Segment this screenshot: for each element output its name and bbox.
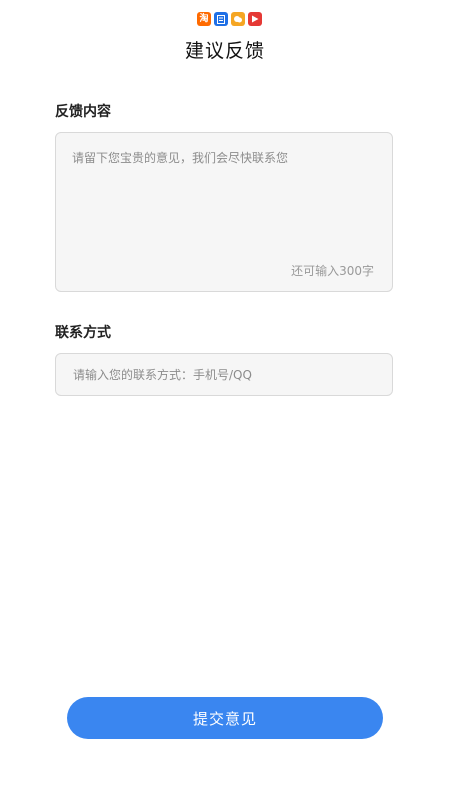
contact-input[interactable] bbox=[56, 354, 392, 395]
play-icon bbox=[252, 15, 259, 23]
cloud-icon bbox=[234, 15, 242, 22]
feedback-textarea[interactable] bbox=[66, 143, 382, 258]
char-counter: 还可输入300字 bbox=[291, 264, 374, 278]
weather-app-icon bbox=[231, 12, 245, 26]
taobao-glyph: 淘 bbox=[199, 13, 209, 24]
feedback-field[interactable]: 还可输入300字 bbox=[55, 132, 393, 292]
video-app-icon bbox=[248, 12, 262, 26]
page-title: 建议反馈 bbox=[184, 40, 265, 62]
contact-field[interactable] bbox=[55, 353, 393, 396]
contact-section-label: 联系方式 bbox=[55, 325, 111, 341]
feedback-section-label: 反馈内容 bbox=[55, 104, 111, 120]
feedback-page: 淘 建议反馈 反馈内容 还可输入300字 联系方式 bbox=[0, 0, 450, 800]
taobao-app-icon: 淘 bbox=[197, 12, 211, 26]
document-app-icon bbox=[214, 12, 228, 26]
document-glyph-icon bbox=[217, 14, 225, 24]
notification-icons: 淘 bbox=[197, 12, 262, 26]
submit-button[interactable]: 提交意见 bbox=[67, 697, 383, 739]
